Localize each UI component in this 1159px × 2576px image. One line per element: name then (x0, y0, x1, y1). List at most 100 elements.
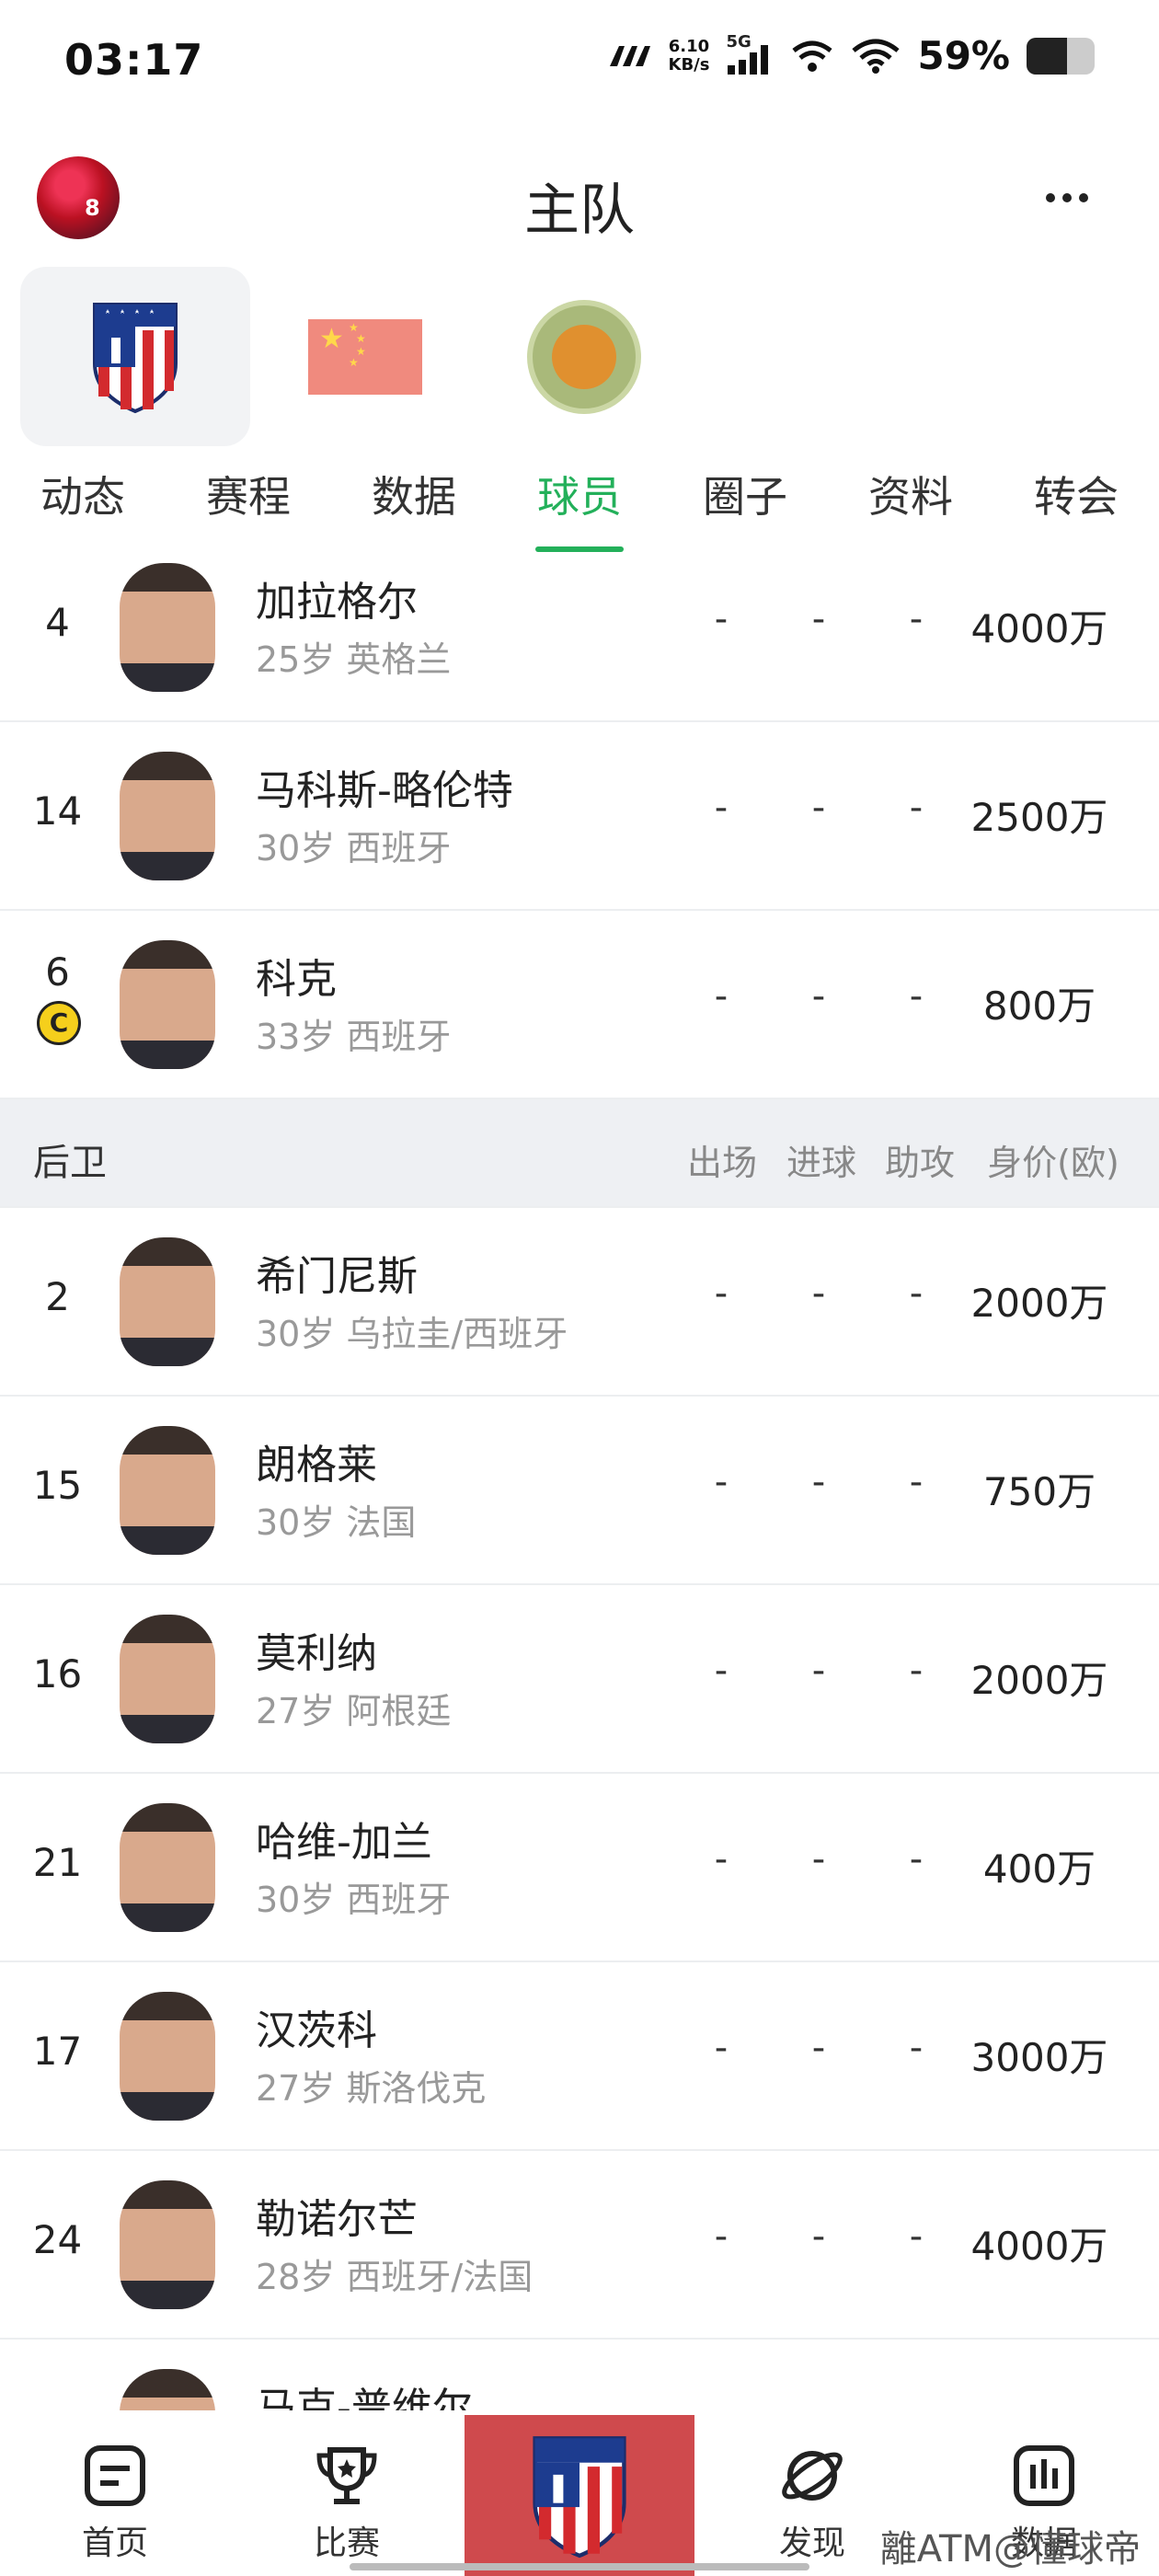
tab-transfers[interactable]: 转会 (993, 460, 1159, 552)
jersey-number: 16 (32, 1651, 83, 1696)
nav-matches-label: 比赛 (313, 2524, 380, 2562)
player-name: 科克 (256, 956, 337, 1003)
stat-goals: - (811, 1838, 826, 1880)
player-age-nationality: 33岁 西班牙 (256, 1017, 452, 1057)
nav-home[interactable]: 首页 (0, 2415, 230, 2576)
planet-icon (782, 2451, 843, 2501)
tab-profile[interactable]: 资料 (828, 460, 993, 552)
player-age-nationality: 30岁 西班牙 (256, 828, 452, 868)
stat-goals: - (811, 2027, 826, 2069)
market-value: 2500万 (970, 795, 1108, 840)
player-row[interactable]: 21 哈维-加兰 30岁 西班牙 - - - 400万 (0, 1774, 1159, 1962)
stat-goals: - (811, 1650, 826, 1692)
stat-assists: - (909, 1650, 924, 1692)
stat-goals: - (811, 598, 826, 640)
atletico-badge-icon (93, 302, 178, 413)
stat-appearances: - (714, 598, 729, 640)
defenders-group: 2 希门尼斯 30岁 乌拉圭/西班牙 - - - 2000万 15 朗格莱 30岁 法国 - - - 75… (0, 1208, 1159, 2410)
player-row[interactable]: 15 朗格莱 30岁 法国 - - - 750万 (0, 1397, 1159, 1585)
stat-assists: - (909, 975, 924, 1018)
player-photo (120, 1992, 215, 2121)
home-icon (85, 2445, 145, 2506)
player-photo (120, 1237, 215, 1366)
china-flag-icon: ★ ★ ★ ★ ★ (308, 318, 422, 395)
status-time: 03:17 (64, 35, 204, 85)
tab-community[interactable]: 圈子 (662, 460, 828, 552)
player-name: 加拉格尔 (256, 579, 418, 626)
nav-home-label: 首页 (81, 2524, 148, 2562)
market-value: 750万 (982, 1469, 1096, 1514)
market-value: 400万 (982, 1846, 1096, 1892)
player-photo (120, 2180, 215, 2309)
team-tab-china[interactable]: ★ ★ ★ ★ ★ (250, 267, 480, 446)
player-age-nationality: 30岁 乌拉圭/西班牙 (256, 1314, 568, 1354)
player-row[interactable]: 16 莫利纳 27岁 阿根廷 - - - 2000万 (0, 1585, 1159, 1774)
player-age-nationality: 25岁 英格兰 (256, 639, 452, 680)
jersey-number: 6 (45, 949, 70, 995)
stat-appearances: - (714, 1650, 729, 1692)
player-age-nationality: 30岁 西班牙 (256, 1880, 452, 1920)
more-menu-button[interactable] (1030, 166, 1104, 230)
player-row[interactable]: 马克-普维尔 (0, 2340, 1159, 2410)
stat-appearances: - (714, 1272, 729, 1315)
section-header-defenders: 后卫 出场 进球 助攻 身价(欧) (0, 1099, 1159, 1208)
battery-percent: 59% (917, 33, 1010, 78)
market-value: 3000万 (970, 2035, 1108, 2080)
stat-assists: - (909, 1461, 924, 1503)
stat-goals: - (811, 2215, 826, 2258)
player-name: 希门尼斯 (256, 1253, 418, 1300)
stat-assists: - (909, 1838, 924, 1880)
player-row[interactable]: 6 C 科克 33岁 西班牙 - - - 800万 (0, 911, 1159, 1099)
status-bar: 03:17 6.10 KB/s 5G 59% (0, 0, 1159, 120)
net-speed: 6.10 KB/s (668, 36, 710, 75)
player-row[interactable]: 4 加拉格尔 25岁 英格兰 - - - 4000万 (0, 552, 1159, 722)
atletico-badge-icon (533, 2435, 626, 2558)
player-photo (120, 563, 215, 692)
market-value: 2000万 (970, 1658, 1108, 1703)
tab-players[interactable]: 球员 (497, 460, 662, 552)
stat-appearances: - (714, 2027, 729, 2069)
stat-goals: - (811, 787, 826, 829)
tab-data[interactable]: 数据 (331, 460, 497, 552)
nav-matches[interactable]: 比赛 (232, 2415, 462, 2576)
team-tab-atletico[interactable] (20, 267, 250, 446)
jersey-number: 24 (32, 2217, 83, 2262)
market-value: 4000万 (970, 606, 1108, 651)
stat-appearances: - (714, 1838, 729, 1880)
player-row[interactable]: 17 汉茨科 27岁 斯洛伐克 - - - 3000万 (0, 1962, 1159, 2151)
jersey-number: 2 (45, 1274, 70, 1319)
jersey-number: 14 (32, 788, 83, 834)
jersey-number: 4 (45, 600, 70, 645)
nav-team-center[interactable] (465, 2415, 694, 2576)
player-name: 马克-普维尔 (256, 2385, 473, 2410)
tab-schedule[interactable]: 赛程 (166, 460, 331, 552)
trophy-icon (316, 2447, 377, 2504)
jersey-number: 15 (32, 1463, 83, 1508)
player-age-nationality: 27岁 斯洛伐克 (256, 2068, 487, 2109)
stat-assists: - (909, 1272, 924, 1315)
tab-news[interactable]: 动态 (0, 460, 166, 552)
col-market-value: 身价(欧) (987, 1143, 1119, 1183)
player-row[interactable]: 2 希门尼斯 30岁 乌拉圭/西班牙 - - - 2000万 (0, 1208, 1159, 1397)
player-photo (120, 2369, 215, 2410)
stat-goals: - (811, 975, 826, 1018)
jersey-number: 21 (32, 1840, 83, 1885)
col-appearances: 出场 (686, 1143, 757, 1183)
section-nav: 动态 赛程 数据 球员 圈子 资料 转会 (0, 460, 1159, 552)
player-list[interactable]: 4 加拉格尔 25岁 英格兰 - - -4000万 14 马科斯-略伦特 30岁 西班牙 - - -2… (0, 552, 1159, 2410)
player-photo (120, 940, 215, 1069)
stat-goals: - (811, 1461, 826, 1503)
stat-appearances: - (714, 787, 729, 829)
battery-icon (1027, 37, 1095, 75)
player-name: 勒诺尔芒 (256, 2196, 418, 2243)
home-indicator[interactable] (350, 2563, 809, 2570)
player-row[interactable]: 14 马科斯-略伦特 30岁 西班牙 - - - 2500万 (0, 722, 1159, 911)
player-row[interactable]: 24 勒诺尔芒 28岁 西班牙/法国 - - - 4000万 (0, 2151, 1159, 2340)
market-value: 800万 (982, 983, 1096, 1029)
jersey-number: 17 (32, 2029, 83, 2074)
player-age-nationality: 28岁 西班牙/法国 (256, 2257, 534, 2297)
header: 8 主队 (0, 138, 1159, 258)
stat-assists: - (909, 2215, 924, 2258)
stat-assists: - (909, 2027, 924, 2069)
team-tab-club[interactable] (469, 267, 699, 446)
